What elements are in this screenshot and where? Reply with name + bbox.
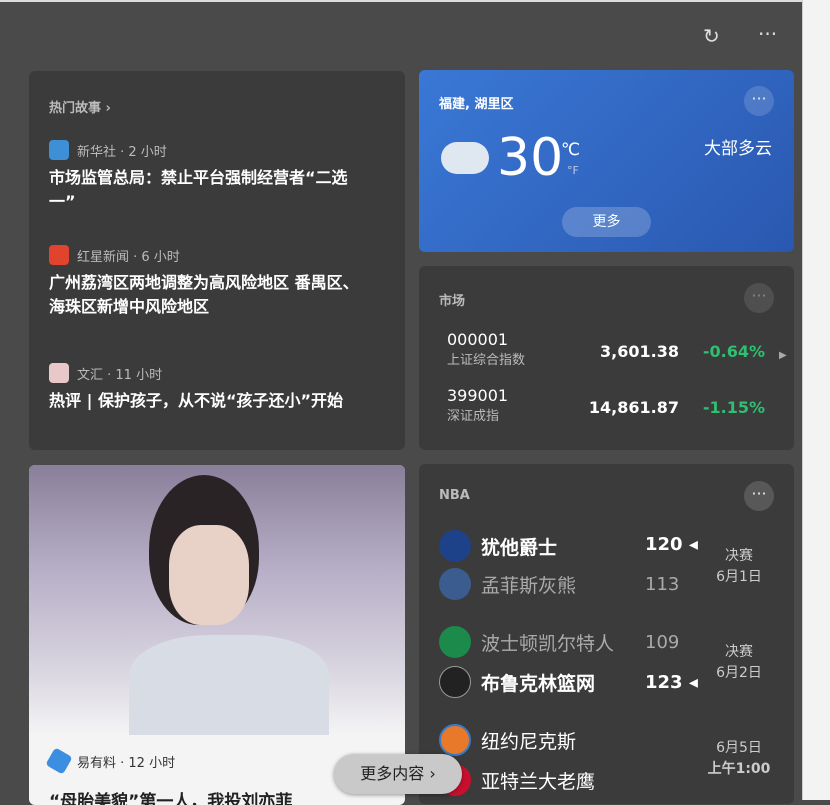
game-stage: 决赛 [699,546,779,567]
market-row[interactable]: 000001 上证综合指数 3,601.38 -0.64% [447,330,777,374]
top-stories-title[interactable]: 热门故事 › [49,97,111,116]
team-name: 孟菲斯灰熊 [481,571,576,598]
top-edge [0,0,830,2]
game-date: 6月1日 [699,567,779,588]
story-item[interactable]: 新华社 · 2 小时 市场监管总局：禁止平台强制经营者“二选一” [49,140,369,214]
scrollbar[interactable] [794,30,802,800]
team-name: 亚特兰大老鹰 [481,767,595,794]
story-source-text: 易有料 · 12 小时 [77,752,175,771]
story-source: 易有料 · 12 小时 [49,751,175,771]
game-date: 6月5日 [699,738,779,759]
market-card: 市场 ··· 000001 上证综合指数 3,601.38 -0.64% 399… [419,266,794,450]
top-stories-card: 热门故事 › 新华社 · 2 小时 市场监管总局：禁止平台强制经营者“二选一” … [29,71,405,450]
weather-card[interactable]: 福建, 湖里区 ··· 30 ℃ °F 大部多云 更多 [419,70,794,252]
game-stage: 决赛 [699,642,779,663]
celtics-logo-icon [439,626,471,658]
jazz-logo-icon [439,530,471,562]
index-value: 14,861.87 [589,398,679,417]
knicks-logo-icon [439,724,471,756]
team-name: 纽约尼克斯 [481,727,576,754]
weather-more-button[interactable]: 更多 [562,207,651,237]
xinhua-logo-icon [49,140,69,160]
index-change: -1.15% [703,398,765,417]
weather-location: 福建, 湖里区 [439,93,513,112]
weather-condition: 大部多云 [704,134,772,159]
next-arrow-icon[interactable]: ▶ [779,350,787,361]
grizzlies-logo-icon [439,568,471,600]
team-name: 犹他爵士 [481,533,557,560]
refresh-icon[interactable]: ↻ [703,24,720,48]
celsius-toggle[interactable]: ℃ [561,140,580,160]
team-name: 布鲁克林篮网 [481,669,595,696]
story-photo[interactable] [29,465,405,735]
story-item[interactable]: 文汇 · 11 小时 热评 | 保护孩子，从不说“孩子还小”开始 [49,363,389,413]
yiyouliao-logo-icon [45,747,72,774]
nets-logo-icon [439,666,471,698]
story-headline[interactable]: “母胎美貌”第一人，我投刘亦菲 [49,790,292,805]
team-score: 109 [645,632,679,653]
more-content-button[interactable]: 更多内容 › [334,754,462,794]
background-window [802,0,830,800]
fahrenheit-toggle[interactable]: °F [567,164,579,177]
hongxing-logo-icon [49,245,69,265]
index-value: 3,601.38 [600,342,679,361]
story-source: 文汇 · 11 小时 [77,364,162,383]
story-item[interactable]: 红星新闻 · 6 小时 广州荔湾区两地调整为高风险地区 番禺区、海珠区新增中风险… [49,245,369,319]
temperature: 30 [497,128,563,188]
wenhui-logo-icon [49,363,69,383]
team-score: 120 ◂ [645,534,698,555]
nba-title: NBA [439,488,470,503]
nba-more-icon[interactable]: ··· [744,481,774,511]
weather-more-icon[interactable]: ··· [744,86,774,116]
team-score: 123 ◂ [645,672,698,693]
story-headline[interactable]: 广州荔湾区两地调整为高风险地区 番禺区、海珠区新增中风险地区 [49,271,369,319]
game-time: 上午1:00 [699,759,779,780]
nba-card: NBA ··· 犹他爵士 120 ◂ 孟菲斯灰熊 113 决赛6月1日 波士顿凯… [419,464,794,804]
team-score: 113 [645,574,679,595]
story-source: 新华社 · 2 小时 [77,141,167,160]
team-name: 波士顿凯尔特人 [481,629,614,656]
story-headline[interactable]: 市场监管总局：禁止平台强制经营者“二选一” [49,166,369,214]
game-date: 6月2日 [699,663,779,684]
cloud-icon [441,142,489,174]
index-change: -0.64% [703,342,765,361]
market-row[interactable]: 399001 深证成指 14,861.87 -1.15% [447,386,777,430]
story-headline[interactable]: 热评 | 保护孩子，从不说“孩子还小”开始 [49,389,389,413]
more-icon[interactable]: ··· [758,22,777,46]
market-title: 市场 [439,290,465,309]
story-source: 红星新闻 · 6 小时 [77,246,180,265]
market-more-icon[interactable]: ··· [744,283,774,313]
